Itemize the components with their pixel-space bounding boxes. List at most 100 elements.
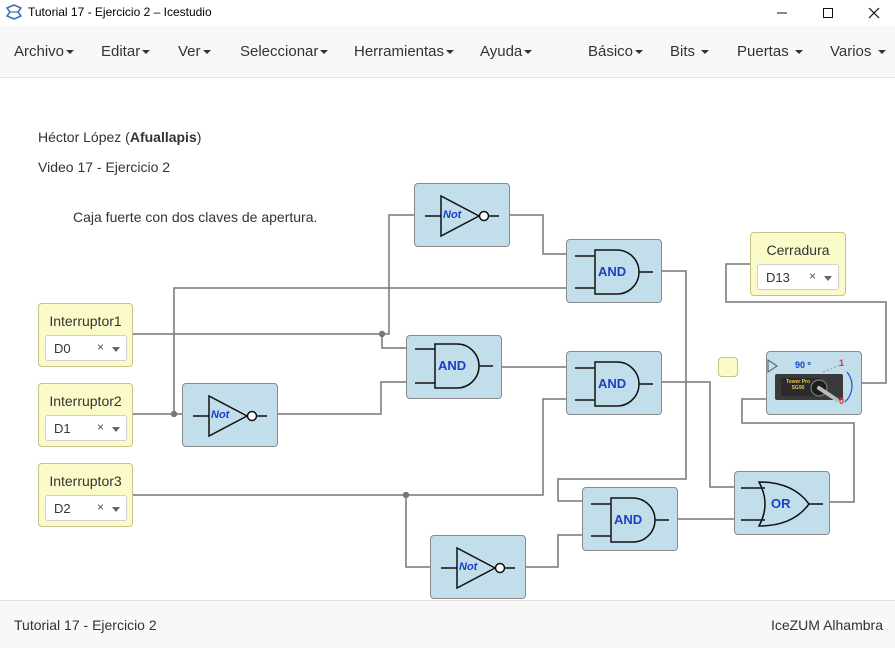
caret-down-icon [877, 50, 886, 55]
close-button[interactable] [851, 0, 895, 26]
dropdown-arrow-icon[interactable] [112, 507, 120, 512]
description-note: Caja fuerte con dos claves de apertura. [73, 209, 318, 225]
status-bar: Tutorial 17 - Ejercicio 2 IceZUM Alhambr… [0, 600, 895, 648]
gate-label: Not [443, 209, 462, 221]
gate-label: AND [598, 264, 627, 279]
board-name[interactable]: IceZUM Alhambra [771, 617, 883, 633]
wire [509, 214, 567, 255]
menu-label: Editar [101, 43, 141, 60]
icestudio-logo-icon [6, 4, 22, 20]
caret-down-icon [320, 50, 329, 55]
video-note: Video 17 - Ejercicio 2 [38, 159, 171, 175]
dropdown-arrow-icon[interactable] [112, 347, 120, 352]
not-gate-middle[interactable]: Not [182, 383, 278, 447]
pin-select[interactable]: D1 × [45, 415, 127, 441]
pin-value: D13 [766, 270, 790, 285]
input-block-interruptor3[interactable]: Interruptor3 D2 × [38, 463, 133, 527]
servo-high: 1 [839, 358, 845, 368]
menu-bar: Archivo Editar Ver Seleccionar Herramien… [0, 26, 895, 78]
servo-block[interactable]: 90 º 1 0 Tower Pro SG90 [766, 351, 862, 415]
junction-dot [402, 491, 410, 499]
minimize-icon [777, 12, 787, 14]
and-gate-top[interactable]: AND [566, 239, 662, 303]
maximize-button[interactable] [805, 0, 851, 26]
and-gate-bottom[interactable]: AND [582, 487, 678, 551]
menu-editar[interactable]: Editar [101, 43, 151, 60]
menu-label: Archivo [14, 43, 65, 60]
menu-puertas[interactable]: Puertas [737, 43, 803, 60]
wire [277, 381, 406, 415]
menu-ayuda[interactable]: Ayuda [480, 43, 533, 60]
clear-icon[interactable]: × [97, 340, 104, 354]
input-name: Interruptor2 [49, 393, 122, 409]
menu-label: Ayuda [480, 43, 523, 60]
clear-icon[interactable]: × [97, 500, 104, 514]
caret-down-icon [635, 50, 644, 55]
author-name: Héctor López ( [38, 129, 130, 145]
project-name: Tutorial 17 - Ejercicio 2 [14, 617, 157, 633]
clear-icon[interactable]: × [809, 269, 816, 283]
servo-low: 0 [839, 396, 845, 406]
input-block-interruptor2[interactable]: Interruptor2 D1 × [38, 383, 133, 447]
menu-basico[interactable]: Básico [588, 43, 644, 60]
author-close: ) [196, 129, 202, 145]
or-gate[interactable]: OR [734, 471, 830, 535]
menu-archivo[interactable]: Archivo [14, 43, 75, 60]
dropdown-arrow-icon[interactable] [824, 276, 832, 281]
wire [405, 495, 430, 568]
not-gate-bottom[interactable]: Not [430, 535, 526, 599]
servo-angle: 90 º [795, 360, 811, 370]
caret-down-icon [701, 50, 710, 55]
menu-bits[interactable]: Bits [670, 43, 710, 60]
minimize-button[interactable] [759, 0, 805, 26]
caret-down-icon [66, 50, 75, 55]
gate-label: AND [614, 512, 643, 527]
menu-label: Puertas [737, 43, 789, 60]
dropdown-arrow-icon[interactable] [112, 427, 120, 432]
output-name: Cerradura [766, 242, 830, 258]
pin-value: D0 [54, 341, 71, 356]
caret-down-icon [524, 50, 533, 55]
menu-herramientas[interactable]: Herramientas [354, 43, 455, 60]
constant-input-block[interactable] [718, 357, 738, 377]
gate-label: OR [771, 496, 791, 511]
menu-label: Seleccionar [240, 43, 319, 60]
maximize-icon [823, 8, 833, 18]
menu-label: Varios [830, 43, 872, 60]
input-name: Interruptor3 [49, 473, 122, 489]
gate-label: Not [211, 409, 230, 421]
caret-down-icon [202, 50, 211, 55]
and-gate-middle[interactable]: AND [406, 335, 502, 399]
output-block-cerradura[interactable]: Cerradura D13 × [750, 232, 846, 296]
close-icon [868, 7, 880, 19]
not-gate-top[interactable]: Not [414, 183, 510, 247]
menu-label: Ver [178, 43, 201, 60]
junction-dot [170, 410, 178, 418]
menu-varios[interactable]: Varios [830, 43, 886, 60]
gate-label: AND [438, 358, 467, 373]
servo-icon [767, 359, 853, 403]
menu-label: Bits [670, 43, 696, 60]
pin-select[interactable]: D0 × [45, 335, 127, 361]
and-gate-right[interactable]: AND [566, 351, 662, 415]
caret-down-icon [794, 50, 803, 55]
menu-ver[interactable]: Ver [178, 43, 211, 60]
pin-select[interactable]: D13 × [757, 264, 839, 290]
design-canvas[interactable]: Héctor López (Afuallapis) Video 17 - Eje… [0, 78, 895, 600]
pin-select[interactable]: D2 × [45, 495, 127, 521]
wire [382, 214, 415, 335]
clear-icon[interactable]: × [97, 420, 104, 434]
menu-seleccionar[interactable]: Seleccionar [240, 43, 329, 60]
menu-label: Básico [588, 43, 634, 60]
author-nick: Afuallapis [129, 129, 197, 145]
not-gate-icon [441, 546, 515, 590]
not-gate-icon [425, 194, 499, 238]
input-name: Interruptor1 [49, 313, 122, 329]
title-bar: Tutorial 17 - Ejercicio 2 – Icestudio [0, 0, 895, 26]
gate-label: Not [459, 561, 478, 573]
servo-chip-text: Tower Pro SG90 [785, 379, 811, 391]
pin-value: D2 [54, 501, 71, 516]
input-block-interruptor1[interactable]: Interruptor1 D0 × [38, 303, 133, 367]
gate-label: AND [598, 376, 627, 391]
wire [132, 333, 406, 349]
